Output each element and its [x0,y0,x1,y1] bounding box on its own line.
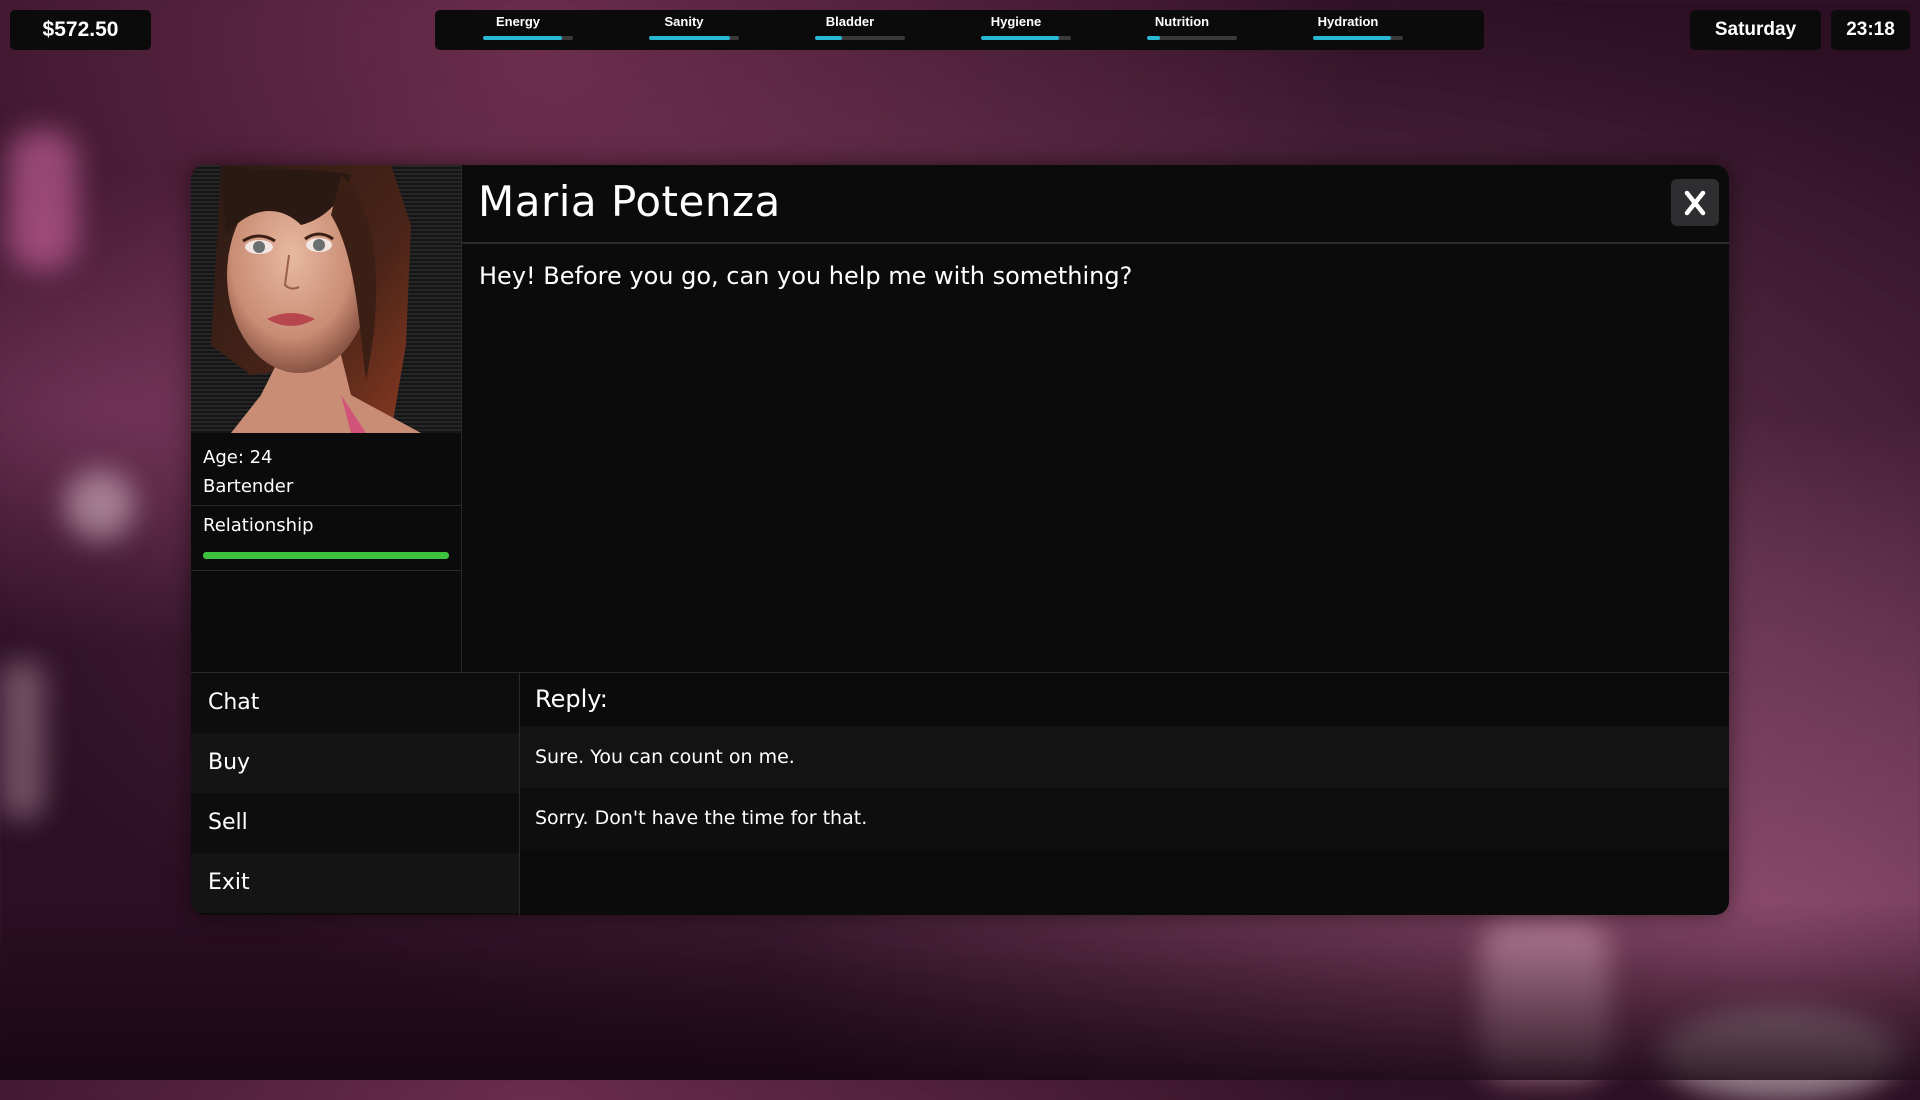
npc-portrait-image [191,165,461,433]
relationship-bar-track [203,552,449,559]
stat-sanity-fill [649,36,730,40]
stat-nutrition-fill [1147,36,1160,40]
dialog-header: Maria Potenza [462,165,1729,244]
stat-sanity-track [649,36,739,40]
close-x-icon [1683,190,1707,216]
stat-nutrition-track [1147,36,1237,40]
reply-option-accept[interactable]: Sure. You can count on me. [520,726,1729,788]
stat-energy-fill [483,36,562,40]
stat-hygiene: Hygiene [933,10,1099,50]
relationship-section: Relationship [191,507,461,571]
npc-message: Hey! Before you go, can you help me with… [462,244,1729,672]
stat-hydration-label: Hydration [1265,14,1431,29]
npc-portrait [191,165,461,433]
stat-bladder-label: Bladder [767,14,933,29]
stat-bladder: Bladder [767,10,933,50]
menu-sell-button[interactable]: Sell [191,793,519,853]
background-floor [0,900,1920,1080]
background-blur-light [65,470,135,540]
stat-sanity: Sanity [601,10,767,50]
stat-hydration: Hydration [1265,10,1431,50]
stat-bladder-track [815,36,905,40]
npc-age: Age: 24 [203,443,449,472]
reply-label: Reply: [520,673,1729,726]
stat-hygiene-label: Hygiene [933,14,1099,29]
stat-hydration-fill [1313,36,1391,40]
stat-hygiene-fill [981,36,1059,40]
reply-option-decline[interactable]: Sorry. Don't have the time for that. [520,788,1729,850]
npc-occupation: Bartender [203,472,449,501]
npc-dialog: Age: 24 Bartender Relationship Maria Pot… [191,165,1729,915]
npc-name: Maria Potenza [478,177,781,226]
menu-buy-button[interactable]: Buy [191,733,519,793]
day-display: Saturday [1690,10,1821,50]
stat-energy: Energy [435,10,601,50]
dialog-actions: Chat Buy Sell Exit Reply: Sure. You can … [191,672,1729,915]
reply-panel: Reply: Sure. You can count on me. Sorry.… [520,673,1729,915]
close-button[interactable] [1671,179,1719,226]
menu-exit-button[interactable]: Exit [191,853,519,913]
relationship-label: Relationship [203,515,449,536]
stat-hygiene-track [981,36,1071,40]
menu-chat-button[interactable]: Chat [191,673,519,733]
stat-nutrition: Nutrition [1099,10,1265,50]
relationship-bar-fill [203,552,449,559]
npc-meta: Age: 24 Bartender [191,433,461,506]
stat-sanity-label: Sanity [601,14,767,29]
money-display: $572.50 [10,10,151,50]
stat-hydration-track [1313,36,1403,40]
background-blur-object [0,660,45,820]
stat-energy-track [483,36,573,40]
stat-energy-label: Energy [435,14,601,29]
background-blur-bottle [8,130,78,270]
action-menu: Chat Buy Sell Exit [191,673,520,915]
time-display: 23:18 [1831,10,1910,50]
needs-bar: Energy Sanity Bladder Hygiene Nutrition … [435,10,1484,50]
stat-nutrition-label: Nutrition [1099,14,1265,29]
stat-bladder-fill [815,36,842,40]
npc-info-panel: Age: 24 Bartender Relationship [191,165,462,672]
